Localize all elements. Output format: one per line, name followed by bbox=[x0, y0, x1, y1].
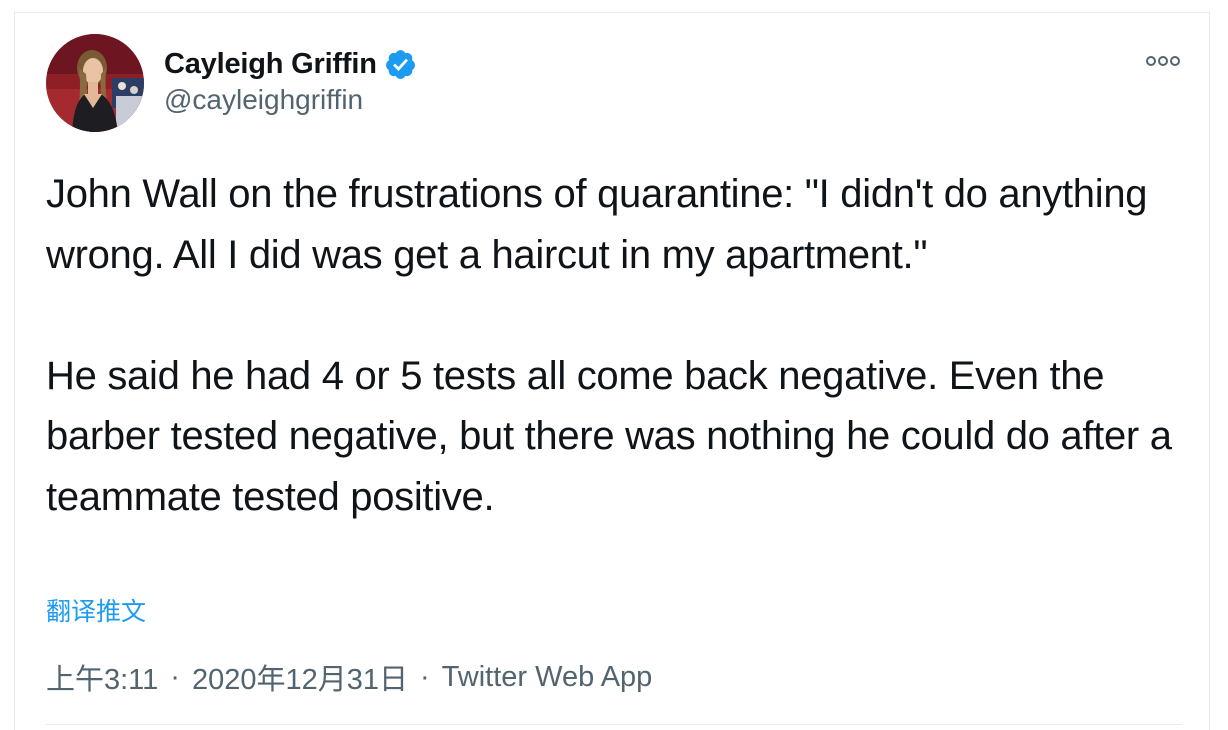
avatar[interactable] bbox=[46, 34, 144, 132]
meta-separator: · bbox=[420, 660, 430, 693]
author-display-name[interactable]: Cayleigh Griffin bbox=[164, 48, 377, 81]
more-options-button[interactable] bbox=[1143, 50, 1183, 72]
author-handle[interactable]: @cayleighgriffin bbox=[164, 84, 363, 116]
divider bbox=[46, 724, 1182, 725]
ellipsis-icon bbox=[1146, 56, 1180, 66]
tweet-paragraph: He said he had 4 or 5 tests all come bac… bbox=[46, 353, 1172, 519]
tweet-source-link[interactable]: Twitter Web App bbox=[442, 661, 653, 694]
tweet-paragraph: John Wall on the frustrations of quarant… bbox=[46, 172, 1148, 277]
tweet-date[interactable]: 2020年12月31日 bbox=[192, 656, 408, 698]
translate-tweet-link[interactable]: 翻译推文 bbox=[46, 592, 146, 628]
profile-photo-icon bbox=[46, 34, 144, 132]
tweet-time[interactable]: 上午3:11 bbox=[46, 656, 158, 698]
verified-badge-icon bbox=[384, 48, 417, 81]
meta-separator: · bbox=[170, 660, 180, 693]
tweet-meta: 上午3:11 · 2020年12月31日 · Twitter Web App bbox=[46, 656, 652, 698]
author-name-row[interactable]: Cayleigh Griffin bbox=[164, 44, 417, 84]
tweet-text: John Wall on the frustrations of quarant… bbox=[46, 164, 1186, 527]
